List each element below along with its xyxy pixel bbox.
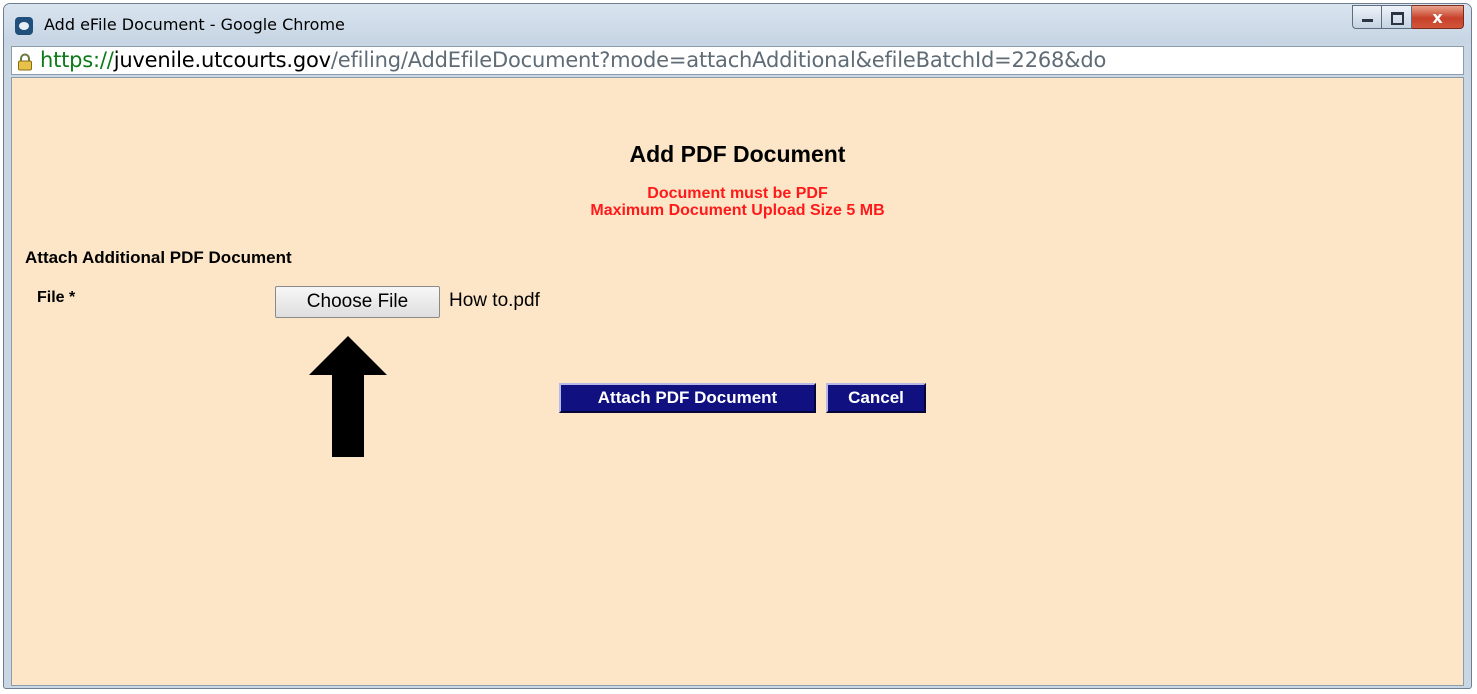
url-scheme: https:// bbox=[40, 48, 114, 72]
title-bar[interactable]: Add eFile Document - Google Chrome x bbox=[4, 4, 1471, 44]
pdf-requirement-notice: Document must be PDF bbox=[647, 185, 828, 202]
minimize-icon bbox=[1362, 19, 1373, 22]
address-bar[interactable]: https://juvenile.utcourts.gov/efiling/Ad… bbox=[11, 46, 1464, 75]
page-title: Add PDF Document bbox=[629, 141, 846, 167]
lock-icon bbox=[18, 53, 32, 71]
cancel-button[interactable]: Cancel bbox=[826, 383, 926, 413]
url-text: https://juvenile.utcourts.gov/efiling/Ad… bbox=[40, 47, 1106, 74]
page-content: Add PDF Document Document must be PDF Ma… bbox=[11, 77, 1464, 686]
window-title: Add eFile Document - Google Chrome bbox=[44, 15, 345, 34]
chrome-app-icon bbox=[15, 17, 33, 35]
maximize-icon bbox=[1391, 12, 1404, 25]
section-heading: Attach Additional PDF Document bbox=[25, 248, 292, 267]
browser-window: Add eFile Document - Google Chrome x htt… bbox=[3, 3, 1472, 689]
maximize-button[interactable] bbox=[1382, 5, 1412, 29]
upload-size-notice: Maximum Document Upload Size 5 MB bbox=[590, 202, 885, 219]
choose-file-button[interactable]: Choose File bbox=[275, 286, 440, 318]
up-arrow-icon bbox=[309, 336, 387, 457]
selected-file-name: How to.pdf bbox=[449, 290, 540, 311]
attach-pdf-document-button[interactable]: Attach PDF Document bbox=[559, 383, 816, 413]
url-path: /efiling/AddEfileDocument?mode=attachAdd… bbox=[330, 48, 1107, 72]
url-host: juvenile.utcourts.gov bbox=[113, 48, 331, 72]
minimize-button[interactable] bbox=[1352, 5, 1382, 29]
file-field-label: File * bbox=[37, 289, 76, 306]
close-button[interactable]: x bbox=[1412, 5, 1464, 29]
close-icon: x bbox=[1432, 7, 1443, 27]
window-controls: x bbox=[1352, 5, 1464, 31]
